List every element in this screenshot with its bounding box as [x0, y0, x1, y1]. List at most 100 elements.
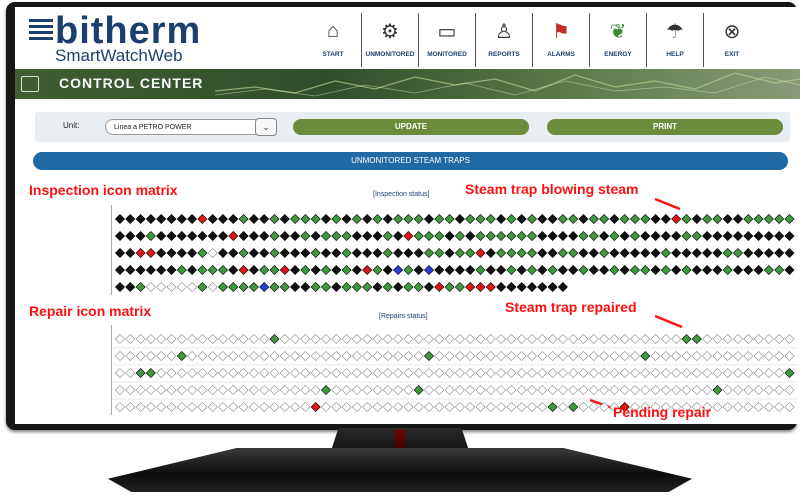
pending-trap-diamond[interactable] — [279, 367, 290, 379]
good-trap-diamond[interactable] — [176, 264, 187, 276]
pending-trap-diamond[interactable] — [516, 333, 527, 345]
ok-trap-diamond[interactable] — [187, 213, 198, 225]
pending-trap-diamond[interactable] — [537, 350, 548, 362]
good-trap-diamond[interactable] — [743, 213, 754, 225]
alert-trap-diamond[interactable] — [228, 230, 239, 242]
ok-trap-diamond[interactable] — [114, 264, 126, 276]
pending-trap-diamond[interactable] — [248, 401, 259, 413]
ok-trap-diamond[interactable] — [732, 264, 744, 276]
ok-trap-diamond[interactable] — [465, 230, 476, 242]
pending-trap-diamond[interactable] — [145, 333, 156, 345]
good-trap-diamond[interactable] — [526, 230, 538, 242]
good-trap-diamond[interactable] — [568, 213, 579, 225]
pending-trap-diamond[interactable] — [753, 367, 764, 379]
pending-trap-diamond[interactable] — [269, 350, 280, 362]
ok-trap-diamond[interactable] — [372, 230, 383, 242]
blue-trap-diamond[interactable] — [259, 281, 270, 293]
pending-trap-diamond[interactable] — [156, 350, 167, 362]
pending-trap-diamond[interactable] — [732, 401, 744, 413]
good-trap-diamond[interactable] — [238, 281, 249, 293]
ok-trap-diamond[interactable] — [259, 230, 270, 242]
good-trap-diamond[interactable] — [413, 230, 424, 242]
ok-trap-diamond[interactable] — [187, 247, 198, 259]
pending-trap-diamond[interactable] — [382, 401, 393, 413]
good-trap-diamond[interactable] — [557, 213, 568, 225]
ok-trap-diamond[interactable] — [702, 247, 713, 259]
pending-trap-diamond[interactable] — [238, 367, 249, 379]
ok-trap-diamond[interactable] — [331, 264, 342, 276]
pending-trap-diamond[interactable] — [290, 350, 301, 362]
pending-trap-diamond[interactable] — [114, 401, 126, 413]
alert-trap-diamond[interactable] — [485, 281, 496, 293]
pending-trap-diamond[interactable] — [753, 333, 764, 345]
ok-trap-diamond[interactable] — [145, 264, 156, 276]
ok-trap-diamond[interactable] — [238, 230, 249, 242]
good-trap-diamond[interactable] — [269, 213, 280, 225]
good-trap-diamond[interactable] — [341, 230, 352, 242]
pending-trap-diamond[interactable] — [537, 401, 548, 413]
good-trap-diamond[interactable] — [444, 281, 455, 293]
pending-trap-diamond[interactable] — [248, 333, 259, 345]
pending-trap-diamond[interactable] — [526, 333, 538, 345]
good-trap-diamond[interactable] — [176, 350, 187, 362]
ok-trap-diamond[interactable] — [712, 247, 723, 259]
ok-trap-diamond[interactable] — [743, 247, 754, 259]
ok-trap-diamond[interactable] — [753, 230, 764, 242]
pending-trap-diamond[interactable] — [526, 350, 538, 362]
good-trap-diamond[interactable] — [599, 247, 610, 259]
ok-trap-diamond[interactable] — [691, 247, 702, 259]
pending-trap-diamond[interactable] — [547, 333, 558, 345]
pending-trap-diamond[interactable] — [372, 367, 383, 379]
good-trap-diamond[interactable] — [393, 213, 404, 225]
good-trap-diamond[interactable] — [609, 264, 620, 276]
pending-trap-diamond[interactable] — [444, 333, 455, 345]
pending-trap-diamond[interactable] — [774, 333, 785, 345]
good-trap-diamond[interactable] — [331, 230, 342, 242]
pending-trap-diamond[interactable] — [413, 333, 424, 345]
pending-trap-diamond[interactable] — [588, 350, 599, 362]
good-trap-diamond[interactable] — [609, 230, 620, 242]
ok-trap-diamond[interactable] — [650, 264, 661, 276]
pending-trap-diamond[interactable] — [691, 367, 702, 379]
pending-trap-diamond[interactable] — [578, 384, 589, 396]
pending-trap-diamond[interactable] — [156, 401, 167, 413]
alert-trap-diamond[interactable] — [279, 264, 290, 276]
pending-trap-diamond[interactable] — [382, 350, 393, 362]
ok-trap-diamond[interactable] — [176, 213, 187, 225]
ok-trap-diamond[interactable] — [784, 247, 795, 259]
unchecked-trap-diamond[interactable] — [176, 281, 187, 293]
pending-trap-diamond[interactable] — [671, 350, 682, 362]
pending-trap-diamond[interactable] — [341, 384, 352, 396]
good-trap-diamond[interactable] — [310, 247, 321, 259]
good-trap-diamond[interactable] — [526, 264, 538, 276]
pending-trap-diamond[interactable] — [331, 367, 342, 379]
pending-trap-diamond[interactable] — [310, 367, 321, 379]
pending-trap-diamond[interactable] — [166, 401, 177, 413]
pending-trap-diamond[interactable] — [444, 367, 455, 379]
good-trap-diamond[interactable] — [774, 264, 785, 276]
ok-trap-diamond[interactable] — [248, 264, 259, 276]
pending-trap-diamond[interactable] — [217, 384, 229, 396]
pending-trap-diamond[interactable] — [434, 384, 445, 396]
ok-trap-diamond[interactable] — [547, 281, 558, 293]
good-trap-diamond[interactable] — [197, 264, 208, 276]
pending-trap-diamond[interactable] — [640, 333, 651, 345]
good-trap-diamond[interactable] — [475, 230, 486, 242]
good-trap-diamond[interactable] — [382, 247, 393, 259]
ok-trap-diamond[interactable] — [660, 213, 671, 225]
pending-trap-diamond[interactable] — [187, 367, 198, 379]
ok-trap-diamond[interactable] — [650, 213, 661, 225]
good-trap-diamond[interactable] — [660, 264, 671, 276]
pending-trap-diamond[interactable] — [640, 384, 651, 396]
good-trap-diamond[interactable] — [403, 213, 414, 225]
good-trap-diamond[interactable] — [485, 230, 496, 242]
good-trap-diamond[interactable] — [207, 264, 218, 276]
pending-trap-diamond[interactable] — [763, 350, 774, 362]
pending-trap-diamond[interactable] — [362, 333, 373, 345]
ok-trap-diamond[interactable] — [599, 230, 610, 242]
ok-trap-diamond[interactable] — [135, 264, 146, 276]
pending-trap-diamond[interactable] — [434, 401, 445, 413]
ok-trap-diamond[interactable] — [393, 230, 404, 242]
pending-trap-diamond[interactable] — [650, 350, 661, 362]
pending-trap-diamond[interactable] — [506, 333, 517, 345]
